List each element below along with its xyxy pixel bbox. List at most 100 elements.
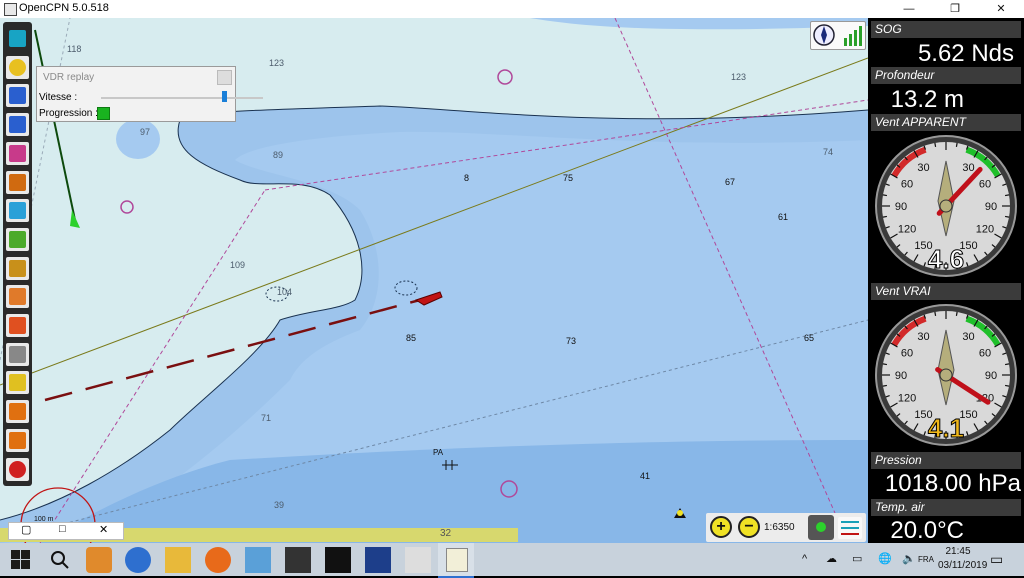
left-toolbar (3, 22, 32, 486)
minimize-button[interactable]: — (886, 0, 932, 18)
chat-app-icon[interactable] (125, 547, 151, 573)
gauge-tick-label: 120 (976, 224, 994, 236)
close-icon[interactable]: ✕ (99, 523, 108, 536)
chart-bar-label: 32 (440, 528, 452, 539)
wind-speed-value: 4.6 (928, 244, 964, 274)
language-indicator[interactable]: FRA (918, 543, 934, 576)
floating-window-controls: ▢ □ ✕ (8, 522, 124, 540)
gauge-tick-label: 60 (901, 179, 913, 191)
maximize-button[interactable]: ❐ (932, 0, 978, 18)
vdr-close-button[interactable] (217, 70, 232, 85)
gauge-tick-label: 90 (985, 370, 997, 382)
sounding-label: 67 (725, 177, 735, 187)
pressure-label: Pression (871, 452, 1021, 469)
signal-bar-1 (844, 38, 847, 46)
sounding-label: 41 (640, 471, 650, 481)
firefox-icon[interactable] (205, 547, 231, 573)
chart-quilt-icon (9, 230, 26, 248)
layers-icon (9, 202, 26, 220)
gauge-tick-label: 120 (898, 224, 916, 236)
clock[interactable]: 21:45 03/11/2019 (938, 545, 987, 573)
route-icon (9, 87, 26, 105)
chart-status-icons (810, 21, 866, 50)
weather-2-button[interactable] (6, 428, 29, 452)
air-temp-label: Temp. air (871, 499, 1021, 516)
other-vessel-icon[interactable] (70, 210, 80, 228)
chart-quilt-button[interactable] (6, 227, 29, 251)
steam-icon[interactable] (285, 547, 311, 573)
sounding-label: 85 (406, 333, 416, 343)
clock-time: 21:45 (945, 546, 971, 557)
pencil-button[interactable] (6, 371, 29, 395)
maximize-icon[interactable]: □ (59, 523, 66, 535)
opencpn-taskbar-button[interactable] (438, 543, 474, 578)
buoy-light (677, 510, 683, 516)
zoom-in-button[interactable]: + (710, 516, 732, 538)
route-manager-icon (9, 116, 26, 134)
speed-slider[interactable] (101, 97, 263, 99)
gauge-tick-label: 30 (962, 162, 974, 174)
signal-bar-2 (849, 34, 852, 46)
gauge-tick (882, 194, 888, 197)
wind-speed-value: 4.1 (928, 413, 964, 443)
apparent-wind-gauge: 3030606090901201201501504.6 (875, 135, 1017, 277)
signal-bar-4 (859, 26, 862, 46)
layers-button[interactable] (6, 199, 29, 223)
close-window-button[interactable]: ✕ (978, 0, 1024, 18)
globe-icon[interactable]: 🌐 (878, 543, 892, 576)
gauge-tick (1004, 215, 1010, 218)
gauge-tick (934, 142, 937, 148)
pressure-value: 1018.00 hPa (884, 470, 1021, 497)
logbook-icon (9, 345, 26, 363)
ais-button[interactable] (6, 170, 29, 194)
sounding-label: 39 (274, 500, 284, 510)
notification-icon[interactable]: ▭ (990, 543, 1003, 576)
info-marker-icon[interactable] (497, 69, 513, 85)
gauge-tick-label: 30 (917, 162, 929, 174)
zoom-out-button[interactable]: − (738, 516, 760, 538)
draw-app-icon[interactable] (405, 547, 431, 573)
gauge-tick-label: 90 (985, 201, 997, 213)
notes-app-icon[interactable] (245, 547, 271, 573)
volume-icon[interactable]: 🔈 (902, 543, 916, 576)
menu-button[interactable] (6, 27, 29, 50)
scale-readout: 1:6350 (764, 522, 795, 533)
file-explorer-icon[interactable] (165, 547, 191, 573)
info-marker-icon-2[interactable] (120, 200, 134, 214)
rocket-button[interactable] (6, 314, 29, 337)
progress-indicator[interactable] (97, 107, 110, 120)
restore-icon[interactable]: ▢ (21, 523, 31, 536)
track-button[interactable] (6, 141, 29, 165)
gauge-tick-label: 60 (979, 179, 991, 191)
lifebuoy-button[interactable] (6, 457, 29, 481)
ais-icon (9, 173, 26, 191)
gauge-tick-label: 90 (895, 370, 907, 382)
gauge-tick (955, 142, 958, 148)
search-icon[interactable] (50, 550, 70, 570)
network-tray-icon[interactable]: ☁ (826, 543, 837, 576)
weather-button[interactable] (6, 400, 29, 424)
settings-button[interactable] (6, 55, 29, 79)
windows-start-icon[interactable] (11, 550, 31, 570)
sounding-label: 89 (273, 150, 283, 160)
mob-button[interactable] (6, 285, 29, 309)
home-app-icon[interactable] (86, 547, 112, 573)
battery-icon[interactable]: ▭ (852, 543, 862, 576)
search-icon (9, 259, 26, 277)
gauge-tick-label: 60 (901, 348, 913, 360)
rocket-icon (9, 317, 26, 334)
sounding-label: 65 (804, 333, 814, 343)
terminal-icon[interactable] (325, 547, 351, 573)
color-scheme-button[interactable] (838, 517, 862, 539)
mosaic-app-icon[interactable] (365, 547, 391, 573)
sounding-label: 123 (269, 58, 284, 68)
progress-label: Progression : (39, 108, 98, 119)
gauge-tick (934, 311, 937, 317)
tray-chevron-icon[interactable]: ^ (802, 543, 807, 576)
logbook-button[interactable] (6, 342, 29, 366)
route-manager-button[interactable] (6, 113, 29, 137)
sounding-label: 97 (140, 127, 150, 137)
route-button[interactable] (6, 84, 29, 108)
speed-slider-thumb[interactable] (222, 91, 227, 102)
search-button[interactable] (6, 256, 29, 280)
